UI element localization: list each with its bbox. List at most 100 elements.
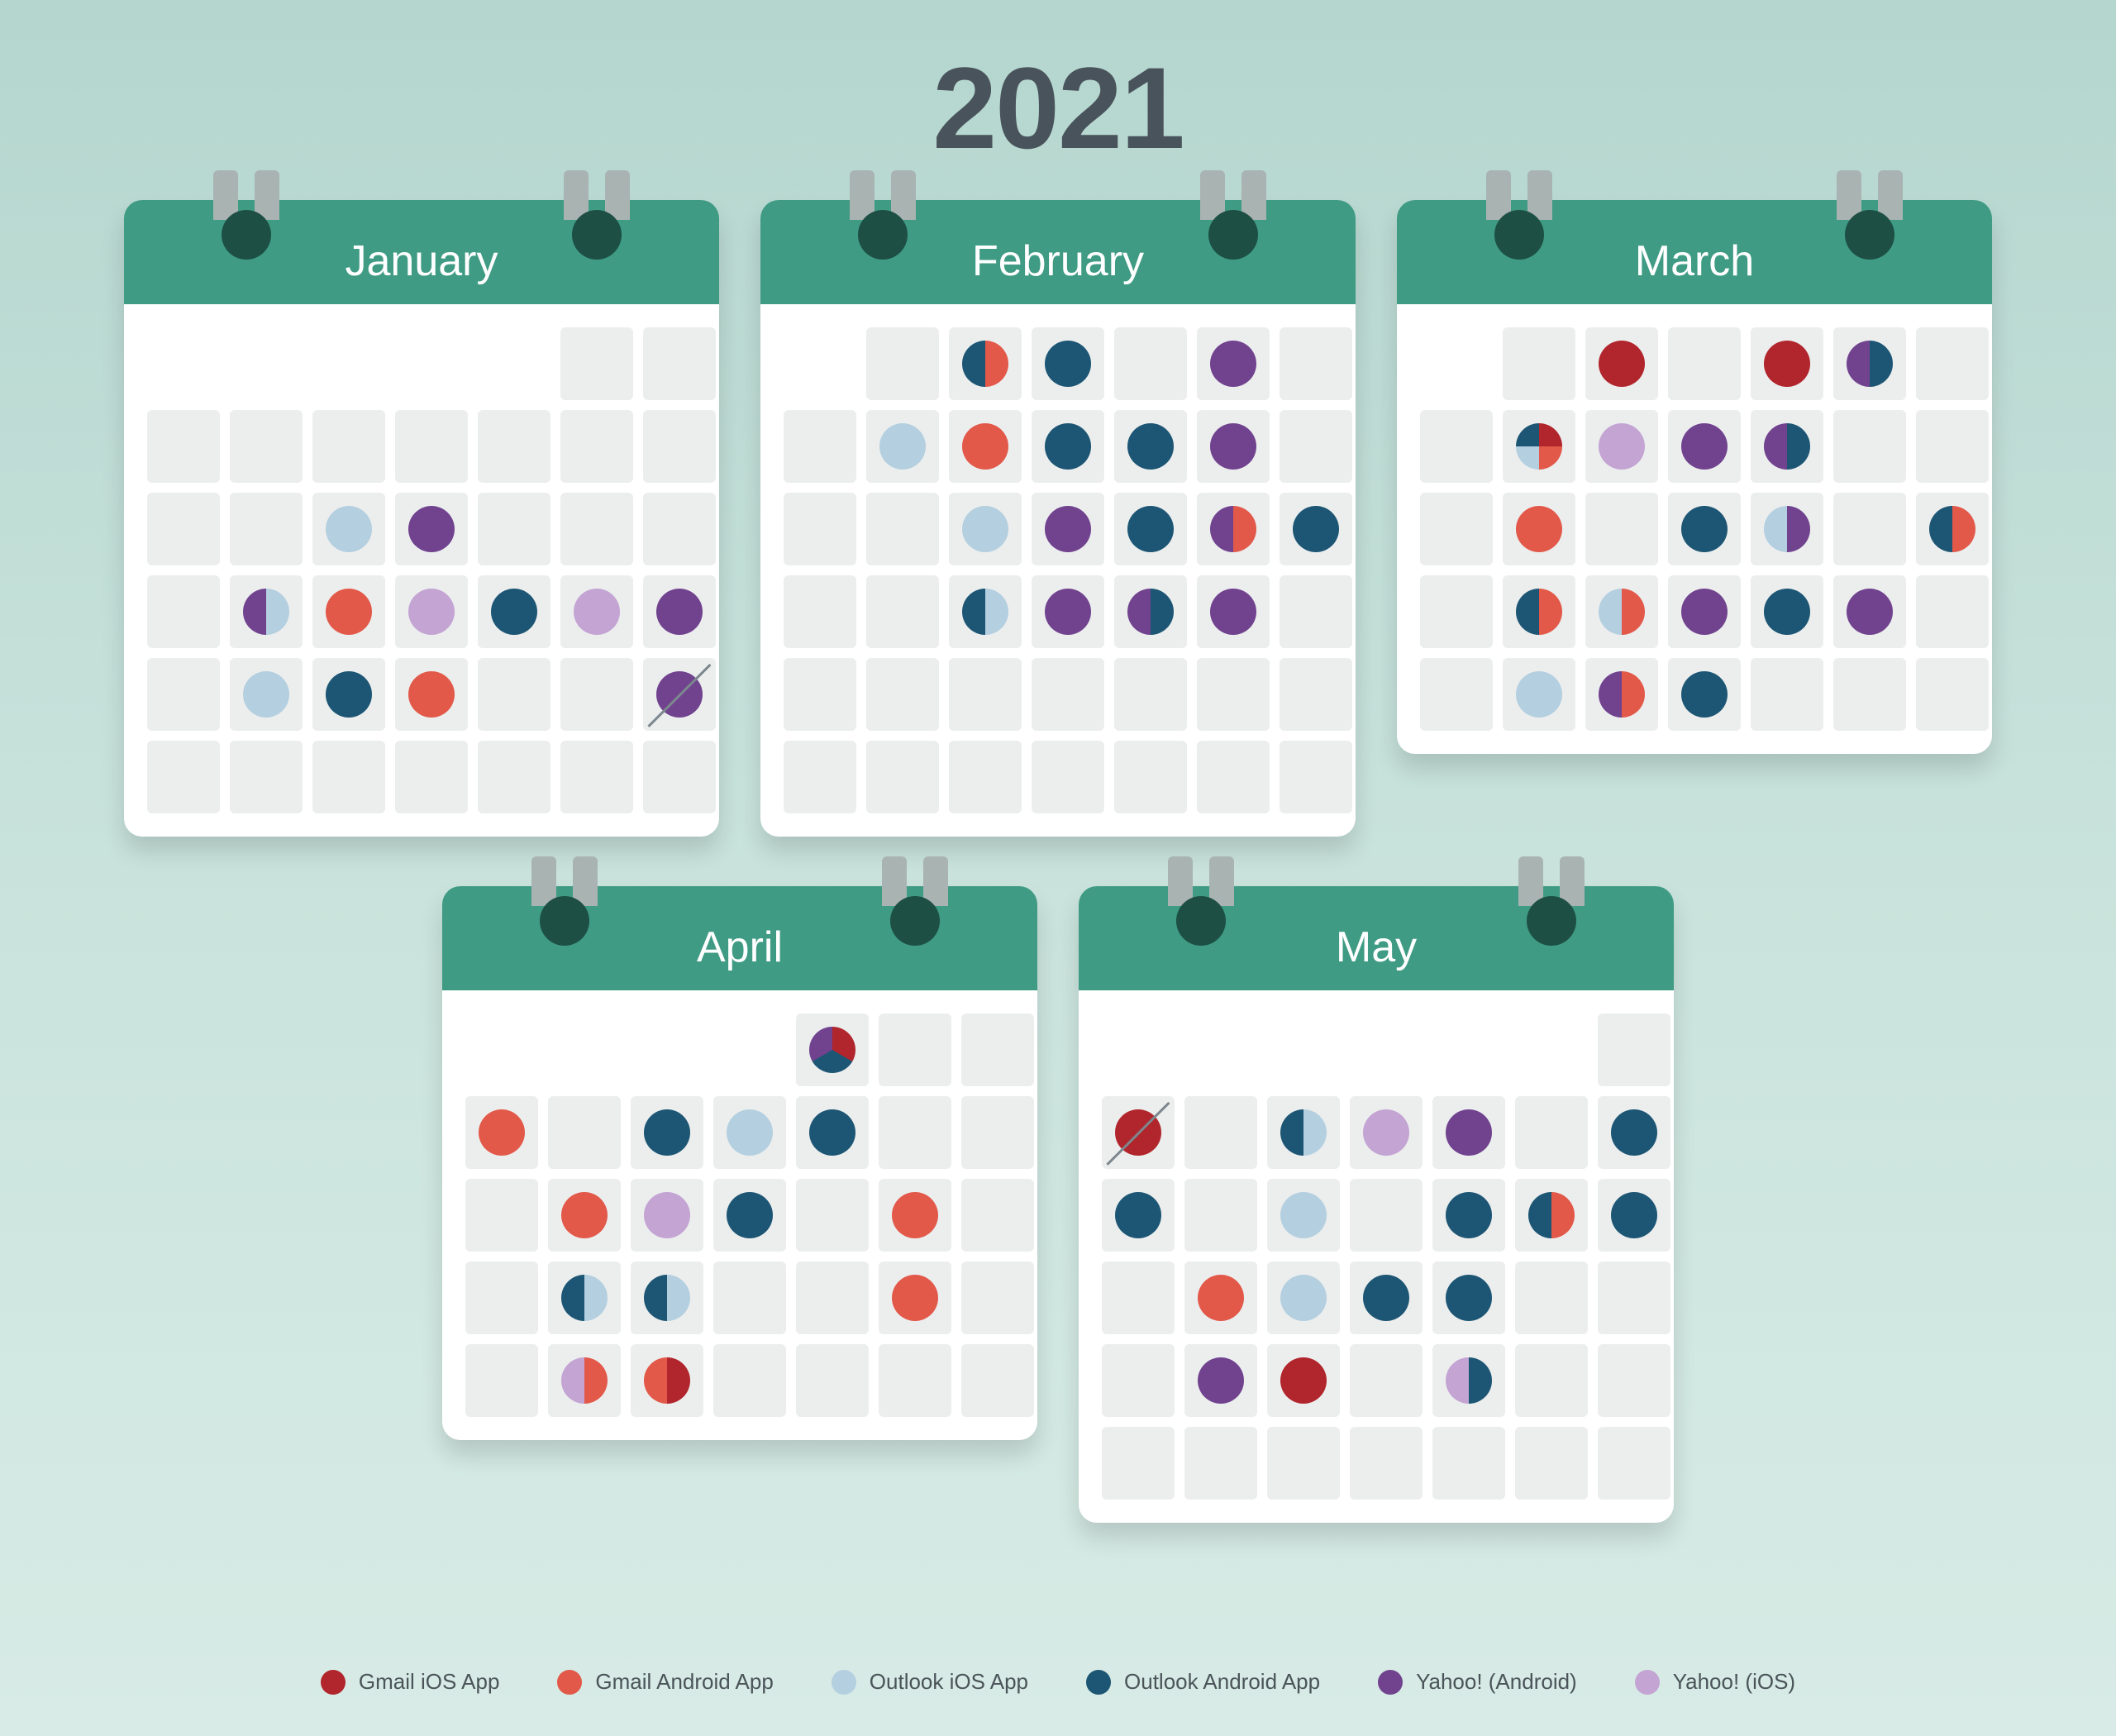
legend-swatch: [832, 1670, 856, 1695]
day-cell: [312, 493, 385, 565]
release-dot: [1847, 589, 1893, 635]
day-cell: [312, 410, 385, 483]
release-dot: [1280, 1109, 1327, 1156]
legend-item: Outlook Android App: [1086, 1669, 1320, 1695]
day-cell: [866, 327, 939, 400]
release-dot: [479, 1109, 525, 1156]
day-cell: [713, 1344, 786, 1417]
day-cell: [1515, 1344, 1588, 1417]
release-dot: [1516, 423, 1562, 470]
day-cell: [1032, 410, 1104, 483]
legend-item: Gmail Android App: [557, 1669, 773, 1695]
day-cell: [1916, 575, 1989, 648]
day-cell: [560, 741, 633, 813]
day-cell: [465, 1179, 538, 1252]
day-cell: [560, 327, 633, 400]
day-cell: [796, 1096, 869, 1169]
day-cell: [1598, 1427, 1670, 1500]
binder-ring: [875, 856, 955, 936]
day-cell: [395, 658, 468, 731]
day-cell: [230, 493, 303, 565]
day-cell: [1751, 327, 1823, 400]
day-cell: [1267, 1261, 1340, 1334]
day-cell: [1585, 493, 1658, 565]
day-cell: [1432, 1427, 1505, 1500]
release-dot: [561, 1192, 608, 1238]
month-grid: [1079, 990, 1674, 1523]
release-dot: [727, 1109, 773, 1156]
day-cell: [784, 658, 856, 731]
day-cell: [147, 327, 220, 400]
day-cell: [465, 1096, 538, 1169]
day-cell: [1598, 1013, 1670, 1086]
day-cell: [230, 410, 303, 483]
day-cell: [395, 575, 468, 648]
day-cell: [1515, 1013, 1588, 1086]
day-cell: [961, 1179, 1034, 1252]
day-cell: [230, 327, 303, 400]
release-dot: [1516, 671, 1562, 718]
release-dot: [962, 506, 1008, 552]
day-cell: [796, 1013, 869, 1086]
binder-ring: [1194, 170, 1273, 250]
day-cell: [1751, 658, 1823, 731]
day-cell: [1102, 1096, 1175, 1169]
month-grid: [442, 990, 1037, 1440]
day-cell: [478, 410, 550, 483]
day-cell: [395, 493, 468, 565]
day-cell: [643, 493, 716, 565]
day-cell: [1668, 575, 1741, 648]
day-cell: [1102, 1013, 1175, 1086]
day-cell: [866, 658, 939, 731]
release-dot: [1045, 423, 1091, 470]
release-dot: [962, 341, 1008, 387]
day-cell: [1032, 327, 1104, 400]
legend-item: Yahoo! (Android): [1378, 1669, 1577, 1695]
release-dot: [1599, 423, 1645, 470]
day-cell: [866, 493, 939, 565]
day-cell: [949, 327, 1022, 400]
release-dot: [1599, 341, 1645, 387]
calendar: April: [442, 886, 1037, 1523]
day-cell: [1515, 1261, 1588, 1334]
day-cell: [1585, 327, 1658, 400]
release-dot: [644, 1192, 690, 1238]
day-cell: [1598, 1096, 1670, 1169]
day-cell: [1598, 1344, 1670, 1417]
release-dot: [1363, 1275, 1409, 1321]
day-cell: [1515, 1427, 1588, 1500]
release-dot: [561, 1357, 608, 1404]
release-dot: [644, 1109, 690, 1156]
release-dot: [1446, 1192, 1492, 1238]
release-dot: [1210, 423, 1256, 470]
day-cell: [1197, 327, 1270, 400]
day-cell: [1598, 1179, 1670, 1252]
release-dot: [1611, 1192, 1657, 1238]
day-cell: [1515, 1096, 1588, 1169]
day-cell: [713, 1179, 786, 1252]
day-cell: [879, 1013, 951, 1086]
day-cell: [147, 493, 220, 565]
day-cell: [395, 741, 468, 813]
day-cell: [1197, 410, 1270, 483]
day-cell: [866, 410, 939, 483]
day-cell: [631, 1261, 703, 1334]
day-cell: [560, 575, 633, 648]
day-cell: [478, 658, 550, 731]
binder-ring: [525, 856, 604, 936]
day-cell: [643, 741, 716, 813]
legend-label: Gmail Android App: [595, 1669, 773, 1695]
day-cell: [796, 1261, 869, 1334]
day-cell: [1267, 1344, 1340, 1417]
binder-ring: [207, 170, 286, 250]
legend: Gmail iOS AppGmail Android AppOutlook iO…: [0, 1669, 2116, 1695]
day-cell: [631, 1344, 703, 1417]
day-cell: [478, 493, 550, 565]
release-dot: [1516, 506, 1562, 552]
release-dot: [326, 589, 372, 635]
release-dot: [243, 671, 289, 718]
release-dot: [1764, 589, 1810, 635]
month-grid: [124, 304, 719, 837]
day-cell: [1515, 1179, 1588, 1252]
day-cell: [312, 575, 385, 648]
